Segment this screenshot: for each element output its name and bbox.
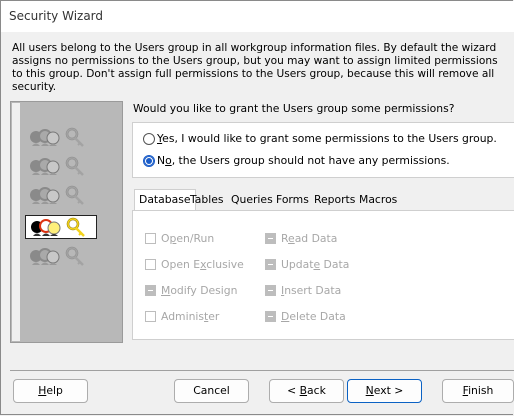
label-update-data: Update Data: [281, 258, 350, 271]
label-read-data: Read Data: [281, 232, 338, 245]
checkbox-update-data[interactable]: [265, 259, 276, 270]
wizard-progress-panel: [10, 101, 123, 343]
database-permissions-panel: Open/Run Open Exclusive Modify Design Ad…: [132, 210, 514, 340]
label-open-exclusive: Open Exclusive: [161, 258, 244, 271]
checkbox-open-run[interactable]: [145, 233, 156, 244]
title-bar: Security Wizard: [1, 1, 514, 32]
label-administer: Administer: [161, 310, 220, 323]
checkbox-administer[interactable]: [145, 311, 156, 322]
users-key-icon: [25, 215, 97, 239]
panel-gutter: [12, 103, 20, 341]
tab-reports[interactable]: Reports: [310, 190, 359, 210]
checkbox-insert-data[interactable]: [265, 285, 276, 296]
permission-options-box: Yes, I would like to grant some permissi…: [132, 122, 514, 178]
question-text: Would you like to grant the Users group …: [133, 102, 455, 115]
tab-forms[interactable]: Forms: [272, 190, 313, 210]
users-key-icon: [25, 184, 97, 208]
intro-text: All users belong to the Users group in a…: [12, 42, 498, 93]
next-button[interactable]: Next >: [347, 379, 422, 403]
tab-queries[interactable]: Queries: [227, 190, 277, 210]
radio-yes-label[interactable]: Yes, I would like to grant some permissi…: [157, 132, 497, 145]
radio-no[interactable]: [143, 155, 155, 167]
checkbox-delete-data[interactable]: [265, 311, 276, 322]
cancel-button[interactable]: Cancel: [174, 379, 249, 403]
label-open-run: Open/Run: [161, 232, 215, 245]
radio-yes[interactable]: [143, 133, 155, 145]
back-button[interactable]: < Back: [269, 379, 344, 403]
users-key-icon: [25, 126, 97, 150]
label-modify-design: Modify Design: [161, 284, 238, 297]
window-title: Security Wizard: [9, 9, 104, 23]
label-insert-data: Insert Data: [281, 284, 342, 297]
security-wizard-window: Security Wizard All users belong to the …: [0, 0, 514, 415]
button-separator: [10, 370, 514, 371]
tab-macros[interactable]: Macros: [355, 190, 401, 210]
finish-button[interactable]: Finish: [442, 379, 514, 403]
users-key-icon: [25, 245, 97, 269]
tab-tables[interactable]: Tables: [186, 190, 228, 210]
radio-no-label[interactable]: No, the Users group should not have any …: [157, 154, 450, 167]
checkbox-modify-design[interactable]: [145, 285, 156, 296]
help-button[interactable]: Help: [13, 379, 88, 403]
checkbox-read-data[interactable]: [265, 233, 276, 244]
checkbox-open-exclusive[interactable]: [145, 259, 156, 270]
users-key-icon: [25, 155, 97, 179]
label-delete-data: Delete Data: [281, 310, 346, 323]
